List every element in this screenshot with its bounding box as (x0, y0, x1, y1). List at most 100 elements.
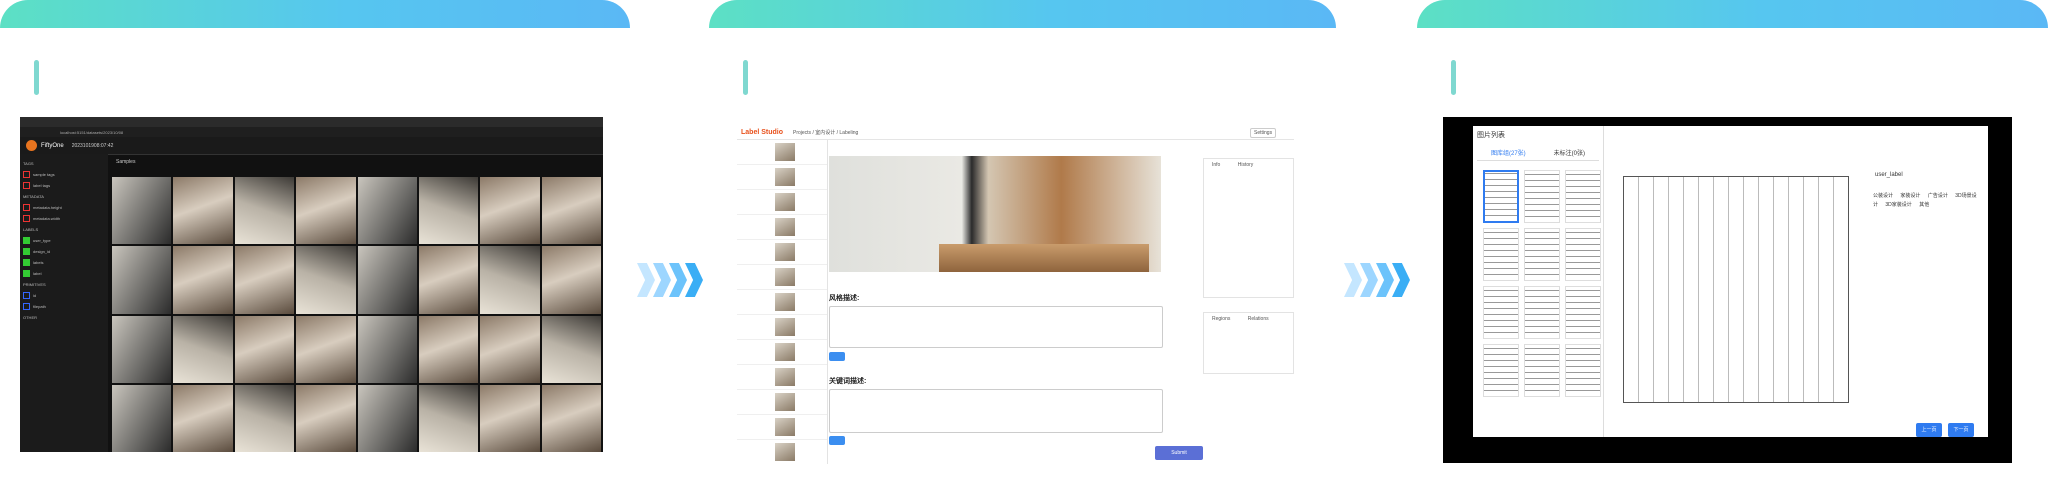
floorplan-thumbnail[interactable] (1483, 228, 1519, 281)
task-row[interactable] (737, 340, 827, 365)
sidebar-field[interactable]: label tags (23, 181, 105, 190)
keyword-textarea[interactable] (829, 389, 1163, 433)
task-row[interactable] (737, 290, 827, 315)
add-button[interactable] (829, 352, 845, 361)
floorplan-thumbnail[interactable] (1483, 344, 1519, 397)
sample-thumbnail[interactable] (480, 315, 540, 383)
sidebar-field[interactable]: metadata.width (23, 214, 105, 223)
floorplan-thumbnail[interactable] (1524, 344, 1560, 397)
tab-all-images[interactable]: 图库组(27张) (1491, 148, 1526, 160)
sample-thumbnail[interactable] (357, 246, 417, 314)
option[interactable]: 其他 (1919, 202, 1929, 208)
sidebar-field[interactable]: user_type (23, 236, 105, 245)
sample-thumbnail[interactable] (357, 315, 417, 383)
checkbox-icon[interactable] (23, 270, 30, 277)
checkbox-icon[interactable] (23, 204, 30, 211)
task-row[interactable] (737, 215, 827, 240)
task-row[interactable] (737, 440, 827, 464)
task-row[interactable] (737, 140, 827, 165)
checkbox-icon[interactable] (23, 215, 30, 222)
sample-thumbnail[interactable] (112, 246, 172, 314)
next-page-button[interactable]: 下一页 (1948, 423, 1974, 437)
address-bar[interactable]: localhost:5151/datasets/2023/10/08 (20, 127, 603, 137)
sample-thumbnail[interactable] (357, 384, 417, 452)
task-row[interactable] (737, 365, 827, 390)
task-row[interactable] (737, 190, 827, 215)
sidebar-field[interactable]: sample tags (23, 170, 105, 179)
sample-thumbnail[interactable] (234, 246, 295, 314)
sample-thumbnail[interactable] (296, 177, 356, 245)
sample-thumbnail[interactable] (418, 177, 479, 245)
task-row[interactable] (737, 415, 827, 440)
sidebar-field[interactable]: id (23, 291, 105, 300)
checkbox-icon[interactable] (23, 171, 30, 178)
sidebar-field[interactable]: label (23, 269, 105, 278)
sample-thumbnail[interactable] (357, 177, 417, 245)
sample-thumbnail[interactable] (296, 246, 356, 314)
checkbox-icon[interactable] (23, 237, 30, 244)
sample-thumbnail[interactable] (234, 177, 295, 245)
checkbox-icon[interactable] (23, 292, 30, 299)
sample-thumbnail[interactable] (541, 246, 601, 314)
tab-history[interactable]: History (1238, 162, 1254, 168)
sample-thumbnail[interactable] (480, 177, 540, 245)
sample-thumbnail[interactable] (234, 384, 295, 452)
checkbox-icon[interactable] (23, 303, 30, 310)
floorplan-thumbnail[interactable] (1565, 170, 1601, 223)
sidebar-field[interactable]: labels (23, 258, 105, 267)
sample-thumbnail[interactable] (296, 384, 356, 452)
sample-thumbnail[interactable] (541, 315, 601, 383)
floorplan-thumbnail[interactable] (1524, 286, 1560, 339)
sample-thumbnail[interactable] (173, 315, 233, 383)
sample-thumbnail[interactable] (112, 384, 172, 452)
sample-thumbnail[interactable] (541, 177, 601, 245)
dataset-name[interactable]: 2023101908:07:42 (72, 143, 114, 149)
submit-button[interactable]: Submit (1155, 446, 1203, 460)
sample-thumbnail[interactable] (418, 246, 479, 314)
sidebar-field[interactable]: metadata.height (23, 203, 105, 212)
option[interactable]: 3D家装设计 (1885, 202, 1911, 208)
floorplan-thumbnail[interactable] (1565, 286, 1601, 339)
style-textarea[interactable] (829, 306, 1163, 348)
floorplan-thumbnail[interactable] (1524, 228, 1560, 281)
task-row[interactable] (737, 165, 827, 190)
floorplan-thumbnail[interactable] (1565, 228, 1601, 281)
task-row[interactable] (737, 315, 827, 340)
tab-info[interactable]: Info (1212, 162, 1220, 168)
prev-page-button[interactable]: 上一页 (1916, 423, 1942, 437)
checkbox-icon[interactable] (23, 259, 30, 266)
sample-thumbnail[interactable] (112, 177, 172, 245)
floorplan-thumbnail[interactable] (1483, 170, 1519, 223)
sample-thumbnail[interactable] (418, 384, 479, 452)
settings-button[interactable]: Settings (1250, 128, 1277, 138)
option[interactable]: 公装设计 (1873, 193, 1893, 199)
sample-thumbnail[interactable] (480, 384, 540, 452)
sample-thumbnail[interactable] (173, 246, 233, 314)
floorplan-thumbnail[interactable] (1524, 170, 1560, 223)
sample-thumbnail[interactable] (418, 315, 479, 383)
task-row[interactable] (737, 390, 827, 415)
add-button[interactable] (829, 436, 845, 445)
tab-regions[interactable]: Regions (1212, 316, 1230, 322)
sample-thumbnail[interactable] (234, 315, 295, 383)
sample-thumbnail[interactable] (480, 246, 540, 314)
sample-thumbnail[interactable] (541, 384, 601, 452)
sample-thumbnail[interactable] (173, 384, 233, 452)
sample-thumbnail[interactable] (112, 315, 172, 383)
option[interactable]: 广告设计 (1928, 193, 1948, 199)
tab-unlabeled[interactable]: 未标注(0张) (1554, 148, 1585, 160)
sidebar-field[interactable]: design_id (23, 247, 105, 256)
checkbox-icon[interactable] (23, 248, 30, 255)
breadcrumb[interactable]: Projects / 室内设计 / Labeling (793, 129, 858, 136)
tab-relations[interactable]: Relations (1248, 316, 1269, 322)
sample-thumbnail[interactable] (296, 315, 356, 383)
task-row[interactable] (737, 240, 827, 265)
floorplan-thumbnail[interactable] (1565, 344, 1601, 397)
option[interactable]: 家装设计 (1900, 193, 1920, 199)
samples-tab[interactable]: Samples (116, 159, 135, 165)
sidebar-field[interactable]: filepath (23, 302, 105, 311)
task-row[interactable] (737, 265, 827, 290)
checkbox-icon[interactable] (23, 182, 30, 189)
floorplan-thumbnail[interactable] (1483, 286, 1519, 339)
sample-thumbnail[interactable] (173, 177, 233, 245)
